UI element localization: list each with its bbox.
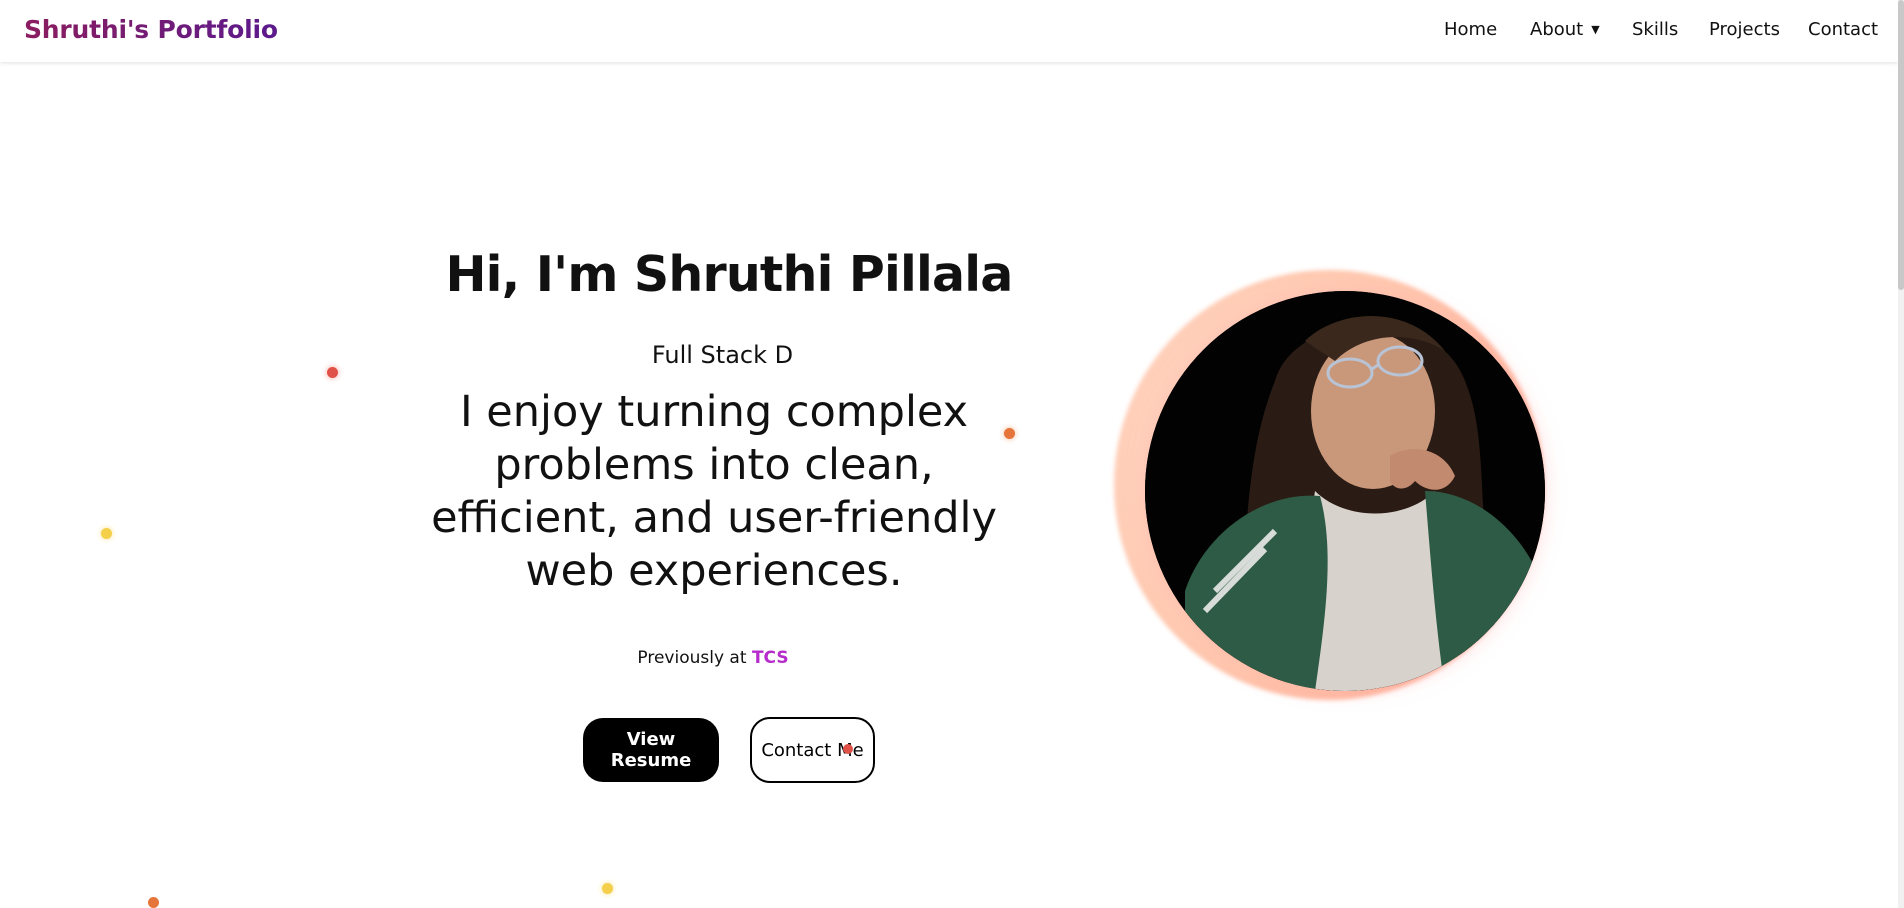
profile-illustration: [1145, 291, 1545, 691]
previously-label: Previously at: [637, 648, 747, 668]
nav-item-contact[interactable]: Contact: [1808, 19, 1878, 40]
hero-tagline: I enjoy turning complex problems into cl…: [431, 387, 997, 596]
nav-item-about[interactable]: About ▼: [1530, 19, 1600, 40]
decorative-dot: [1004, 428, 1015, 439]
profile-photo: [1145, 291, 1545, 691]
hero-title: Hi, I'm Shruthi Pillala: [445, 246, 1013, 303]
decorative-dot: [602, 883, 613, 894]
hero-subtitle: Full Stack D: [651, 341, 794, 369]
previous-employer: Previously at TCS: [550, 648, 876, 668]
nav-item-skills[interactable]: Skills: [1632, 19, 1678, 40]
nav-item-projects[interactable]: Projects: [1709, 19, 1780, 40]
decorative-dot: [148, 897, 159, 908]
company-name: TCS: [751, 648, 789, 668]
decorative-dot: [327, 367, 338, 378]
view-resume-button[interactable]: View Resume: [583, 718, 719, 782]
vertical-scrollbar[interactable]: [1898, 0, 1904, 908]
nav-item-about-label: About: [1530, 19, 1584, 40]
decorative-dot: [101, 528, 112, 539]
brand-logo[interactable]: Shruthi's Portfolio: [24, 15, 278, 44]
scrollbar-thumb[interactable]: [1898, 0, 1904, 290]
navbar: Shruthi's Portfolio Home About ▼ Skills P…: [0, 0, 1898, 62]
nav-item-home[interactable]: Home: [1444, 19, 1497, 40]
decorative-dot: [843, 744, 853, 754]
caret-down-icon: ▼: [1591, 23, 1600, 36]
contact-me-button[interactable]: Contact Me: [750, 717, 875, 783]
